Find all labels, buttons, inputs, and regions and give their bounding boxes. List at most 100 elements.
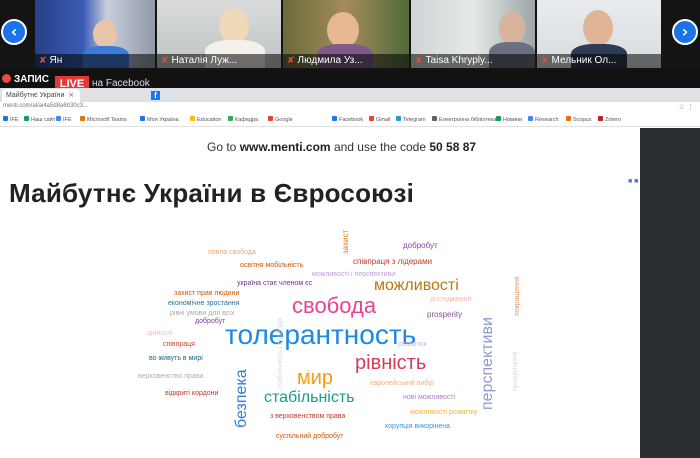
bookmark-icon <box>598 116 603 121</box>
bookmark-item[interactable]: Gmail <box>369 116 390 123</box>
cloud-word: дослідження <box>430 296 472 303</box>
video-strip: ‹ ✘ Ян ✘ Наталія Луж... ✘ Людмила Уз... ✘ Ta… <box>0 0 700 70</box>
bookmark-icon <box>56 116 61 121</box>
bookmark-item[interactable]: Електронна бібліотека <box>432 116 496 123</box>
bookmark-icon <box>528 116 533 121</box>
cloud-word: добробут <box>195 318 226 325</box>
recording-indicator: ЗАПИС <box>2 74 49 85</box>
bookmark-item[interactable]: Наш сайт <box>24 116 55 123</box>
bookmark-label: Education <box>197 117 222 123</box>
participant-name-bar: ✘ Наталія Луж... <box>157 54 281 68</box>
cloud-word: повна свобода <box>208 249 256 256</box>
cloud-word: нові можливості <box>403 394 456 401</box>
bookmark-label: Telegram <box>403 117 426 123</box>
facebook-icon[interactable]: f <box>151 91 160 100</box>
bookmark-item[interactable]: Кафедра <box>228 116 258 123</box>
chevron-right-icon: › <box>681 22 689 41</box>
cloud-word: свобода <box>292 293 377 318</box>
bookmark-item[interactable]: Google <box>268 116 293 123</box>
presenter-side-panel: ■ ■ <box>628 128 700 458</box>
chevron-left-icon: ‹ <box>10 22 18 41</box>
bookmark-item[interactable]: Research <box>528 116 559 123</box>
tab-title: Майбутнє України <box>6 92 65 99</box>
bookmark-icon <box>24 116 29 121</box>
cloud-word: во живуть в мирі <box>149 355 203 362</box>
participant-name-bar: ✘ Людмила Уз... <box>283 54 409 68</box>
address-bar[interactable]: menti.com/al/ai4a5d8a6b30c3... ☆ ⋮ <box>0 102 700 114</box>
cloud-word: стабільність і свобода <box>277 318 284 390</box>
cloud-word: співпраця з лідерами <box>353 257 433 266</box>
participant-tile-4[interactable]: ✘ Taisa Khryply... <box>411 0 535 68</box>
join-site: www.menti.com <box>239 140 331 154</box>
more-icon[interactable]: ■ ■ <box>628 178 638 185</box>
cloud-word: процвітання <box>512 351 519 391</box>
cloud-word: відкриті кордони <box>165 390 219 397</box>
bookmark-icon <box>432 116 437 121</box>
bookmark-label: Microsoft Teams <box>87 117 127 123</box>
participant-tile-2[interactable]: ✘ Наталія Луж... <box>157 0 281 68</box>
cloud-word: уряд <box>305 370 311 383</box>
cloud-word: можливості розвитку <box>410 409 478 416</box>
bookmark-label: Gmail <box>376 117 391 123</box>
mic-muted-icon: ✘ <box>541 56 549 66</box>
bookmark-item[interactable]: Microsoft Teams <box>80 116 127 123</box>
bookmark-item[interactable]: Education <box>190 116 221 123</box>
bookmark-icon <box>396 116 401 121</box>
cloud-word: захист <box>341 229 350 254</box>
cloud-word: захист прав людини <box>174 290 240 297</box>
bookmark-item[interactable]: IFE <box>56 116 72 123</box>
mic-muted-icon: ✘ <box>415 56 423 66</box>
slide-title: Майбутнє України в Євросоюзі <box>9 178 415 208</box>
cloud-word: рівні умови для всіх <box>170 310 235 317</box>
participant-name-bar: ✘ Taisa Khryply... <box>411 54 535 68</box>
bookmark-item[interactable]: IFE <box>3 116 19 123</box>
mentimeter-slide: Go to www.menti.com and use the code 50 … <box>0 128 640 458</box>
bookmark-label: Кафедра <box>235 117 259 123</box>
bookmark-label: Наш сайт <box>31 117 56 123</box>
cloud-word: можливості <box>374 277 459 294</box>
join-prefix: Go to <box>207 140 237 154</box>
participant-name-bar: ✘ Мельник Ол... <box>537 54 661 68</box>
bookmarks-bar: IFE Наш сайт IFE Microsoft Teams Моя Укр… <box>0 114 700 127</box>
join-code: 50 58 87 <box>429 140 477 154</box>
cloud-word: освітня мобільність <box>240 262 304 269</box>
next-participants-button[interactable]: › <box>672 19 698 45</box>
cloud-word: з верховенством права <box>270 413 346 420</box>
close-icon[interactable]: × <box>68 91 74 99</box>
mic-muted-icon: ✘ <box>161 56 169 66</box>
bookmark-icon <box>140 116 145 121</box>
cloud-word: цінності <box>147 330 173 337</box>
bookmark-label: Research <box>535 117 559 123</box>
cloud-word: європейський вибір <box>370 380 434 387</box>
bookmark-item[interactable]: Новини <box>496 116 522 123</box>
cloud-word: корупція викорінена <box>385 423 451 430</box>
tab-strip: Майбутнє України × f <box>0 88 700 102</box>
bookmark-icon <box>228 116 233 121</box>
bookmark-icon <box>369 116 374 121</box>
participant-tile-1[interactable]: ✘ Ян <box>35 0 155 68</box>
cloud-word: стабільність <box>264 389 355 406</box>
extension-icons[interactable]: ☆ ⋮ <box>678 103 694 111</box>
participant-name: Ян <box>49 55 63 66</box>
bookmark-item[interactable]: Telegram <box>396 116 426 123</box>
cloud-word: економічне зростання <box>168 300 240 307</box>
bookmark-label: Google <box>275 117 293 123</box>
cloud-word: добробут <box>403 241 438 250</box>
participant-name: Taisa Khryply... <box>425 55 493 66</box>
bookmark-icon <box>3 116 8 121</box>
join-middle: and use the code <box>333 140 427 154</box>
tab-active[interactable]: Майбутнє України × <box>2 89 80 102</box>
bookmark-item[interactable]: Scopus <box>566 116 591 123</box>
participant-tile-5[interactable]: ✘ Мельник Ол... <box>537 0 661 68</box>
bookmark-item[interactable]: Facebook <box>332 116 363 123</box>
recording-label: ЗАПИС <box>14 74 49 85</box>
record-dot-icon <box>2 74 11 83</box>
bookmark-icon <box>332 116 337 121</box>
participant-tile-3[interactable]: ✘ Людмила Уз... <box>283 0 409 68</box>
address-url[interactable]: menti.com/al/ai4a5d8a6b30c3... <box>3 103 88 109</box>
cloud-word: україна стає членом єс <box>237 280 313 287</box>
join-instructions: Go to www.menti.com and use the code 50 … <box>207 140 476 154</box>
bookmark-item[interactable]: Моя Україна <box>140 116 179 123</box>
bookmark-item[interactable]: Zotero <box>598 116 621 123</box>
prev-participants-button[interactable]: ‹ <box>1 19 27 45</box>
